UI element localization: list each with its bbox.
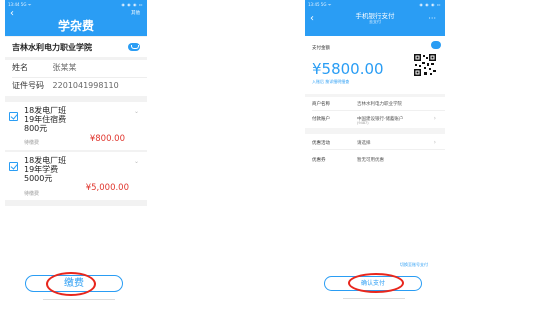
chevron-down-icon[interactable]: ⌄	[134, 158, 139, 165]
row-value: 吉林水利电力职业学院	[357, 102, 402, 107]
cloud-icon	[128, 43, 140, 51]
student-name-row: 姓名 张某某	[12, 60, 77, 76]
coupon-row[interactable]: 优惠券 暂无可用优惠	[305, 153, 445, 167]
row-value: 暂无可用优惠	[357, 158, 384, 163]
row-subvalue: (9487)	[357, 121, 369, 125]
highlight-circle	[348, 273, 404, 293]
checkbox-checked-icon[interactable]	[9, 112, 18, 121]
fee-item-description: 18发电厂班 19年学费 5000元	[24, 156, 66, 183]
section-divider	[305, 128, 445, 134]
pay-amount-value: ¥5800.00	[312, 60, 384, 78]
status-bar-time: 13:45 5G ᯤ	[308, 2, 332, 7]
status-bar-icons: ◉ ◉ ◉ ▭	[419, 2, 441, 7]
promotion-row[interactable]: 优惠活动 请选择 ›	[305, 136, 445, 150]
page-title: 学杂费	[57, 19, 94, 33]
comparison-stage: 13:44 5G ᯤ ◉ ◉ ◉ ▭ ‹ 学杂费 其他 吉林水利电力职业学院 姓…	[0, 0, 560, 310]
student-id-value: 2201041998110	[52, 81, 119, 90]
merchant-row: 商户名称 吉林水利电力职业学院	[305, 97, 445, 111]
more-options-icon[interactable]: ···	[428, 15, 436, 23]
payment-account-row[interactable]: 付款账户 中国建设银行·储蓄账户 (9487) ›	[305, 112, 445, 128]
fee-item-description: 18发电厂班 19年住宿费 800元	[24, 106, 66, 133]
chevron-right-icon: ›	[433, 115, 436, 122]
divider	[312, 149, 445, 150]
fee-item-class: 18发电厂班	[24, 156, 67, 165]
fee-list-screen: 13:44 5G ᯤ ◉ ◉ ◉ ▭ ‹ 学杂费 其他 吉林水利电力职业学院 姓…	[5, 0, 147, 310]
home-indicator	[43, 299, 115, 300]
fee-item[interactable]: 18发电厂班 19年住宿费 800元 待缴费 ¥800.00 ⌄	[5, 102, 147, 150]
chevron-right-icon: ›	[433, 139, 436, 146]
row-label: 商户名称	[312, 102, 330, 107]
student-info-card: 姓名 张某某 证件号码 2201041998110	[5, 60, 147, 96]
row-label: 优惠券	[312, 158, 326, 163]
fee-item-class: 18发电厂班	[24, 106, 67, 115]
switch-account-pay-link[interactable]: 切换至账号支付	[400, 262, 428, 268]
school-name: 吉林水利电力职业学院	[12, 43, 92, 52]
student-name-label: 姓名	[12, 63, 28, 72]
fee-item[interactable]: 18发电厂班 19年学费 5000元 待缴费 ¥5,000.00 ⌄	[5, 152, 147, 200]
chevron-down-icon[interactable]: ⌄	[134, 108, 139, 115]
pay-amount-note: 入账后 按详细明细查	[312, 79, 350, 84]
row-label: 优惠活动	[312, 141, 330, 146]
page-subtitle: 去支付	[369, 19, 381, 24]
bank-pay-header: 13:45 5G ᯤ ◉ ◉ ◉ ▭ ‹ 手机银行支付 去支付 ···	[305, 0, 445, 36]
header-other-link[interactable]: 其他	[131, 10, 140, 16]
fee-item-amount: ¥800.00	[89, 134, 125, 144]
checkbox-checked-icon[interactable]	[9, 162, 18, 171]
fee-item-status: 待缴费	[24, 191, 40, 197]
fee-item-name: 19年学费	[24, 165, 59, 174]
student-id-row: 证件号码 2201041998110	[12, 78, 119, 94]
fee-header: 13:44 5G ᯤ ◉ ◉ ◉ ▭ ‹ 学杂费 其他	[5, 0, 147, 36]
school-card: 吉林水利电力职业学院	[5, 37, 147, 57]
student-id-label: 证件号码	[12, 81, 44, 90]
fee-item-price: 800元	[24, 124, 48, 133]
fee-item-amount: ¥5,000.00	[85, 183, 129, 193]
fee-item-price: 5000元	[24, 174, 53, 183]
row-value: 请选择	[357, 141, 371, 146]
cloud-icon	[431, 41, 441, 49]
highlight-circle	[46, 272, 96, 296]
status-bar-icons: ◉ ◉ ◉ ▭	[121, 2, 143, 7]
row-label: 付款账户	[312, 117, 330, 122]
qr-code-icon	[413, 53, 437, 77]
home-indicator	[343, 298, 405, 299]
fee-item-status: 待缴费	[24, 140, 40, 146]
divider	[312, 110, 445, 111]
fee-item-name: 19年住宿费	[24, 115, 67, 124]
payment-amount-card: 支付金额 ¥5800.00 入账后 按详细明细查	[305, 36, 445, 92]
pay-amount-label: 支付金额	[312, 46, 330, 51]
student-name-value: 张某某	[52, 63, 77, 72]
